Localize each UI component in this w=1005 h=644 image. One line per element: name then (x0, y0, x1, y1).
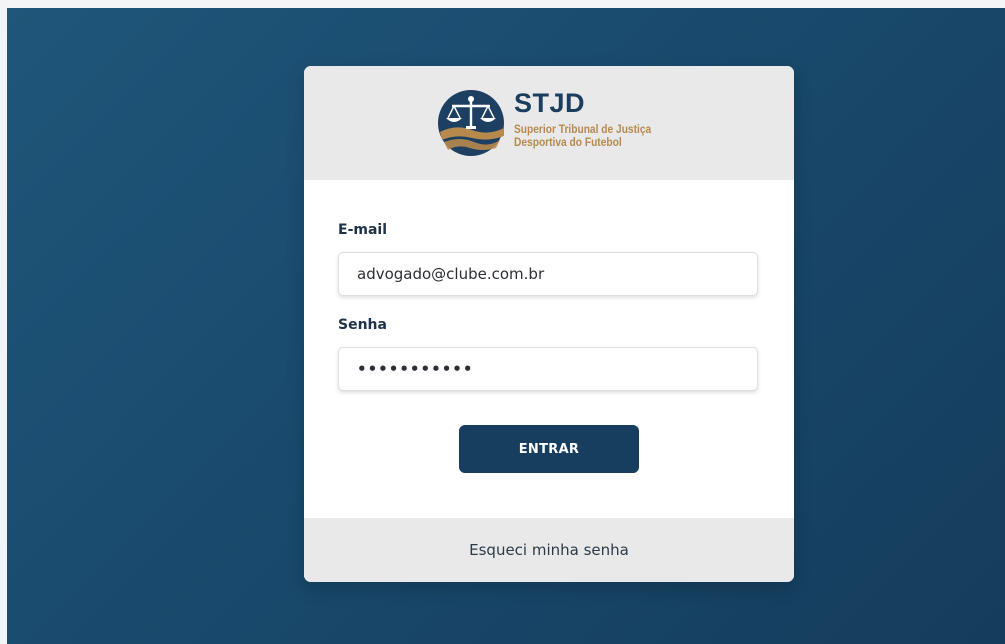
login-form: E-mail advogado@clube.com.br Senha •••••… (304, 180, 794, 518)
brand-acronym: STJD (514, 88, 586, 118)
password-field[interactable]: ••••••••••• (338, 347, 758, 391)
page-left-strip (0, 0, 7, 644)
card-header: STJD Superior Tribunal de Justiça Despor… (304, 66, 794, 180)
page-top-strip (0, 0, 1005, 8)
brand-subtitle: Superior Tribunal de Justiça Desportiva … (514, 123, 651, 149)
password-value: ••••••••••• (357, 360, 474, 378)
email-field[interactable]: advogado@clube.com.br (338, 252, 758, 296)
login-card: STJD Superior Tribunal de Justiça Despor… (304, 66, 794, 582)
card-footer: Esqueci minha senha (304, 518, 794, 582)
email-value: advogado@clube.com.br (357, 265, 545, 283)
submit-button[interactable]: ENTRAR (459, 425, 639, 473)
logo: STJD Superior Tribunal de Justiça Despor… (436, 88, 676, 158)
brand-subtitle-line2: Desportiva do Futebol (514, 135, 622, 149)
email-label: E-mail (338, 222, 388, 238)
scales-of-justice-icon (438, 90, 504, 156)
password-label: Senha (338, 317, 387, 333)
forgot-password-link[interactable]: Esqueci minha senha (469, 541, 629, 559)
